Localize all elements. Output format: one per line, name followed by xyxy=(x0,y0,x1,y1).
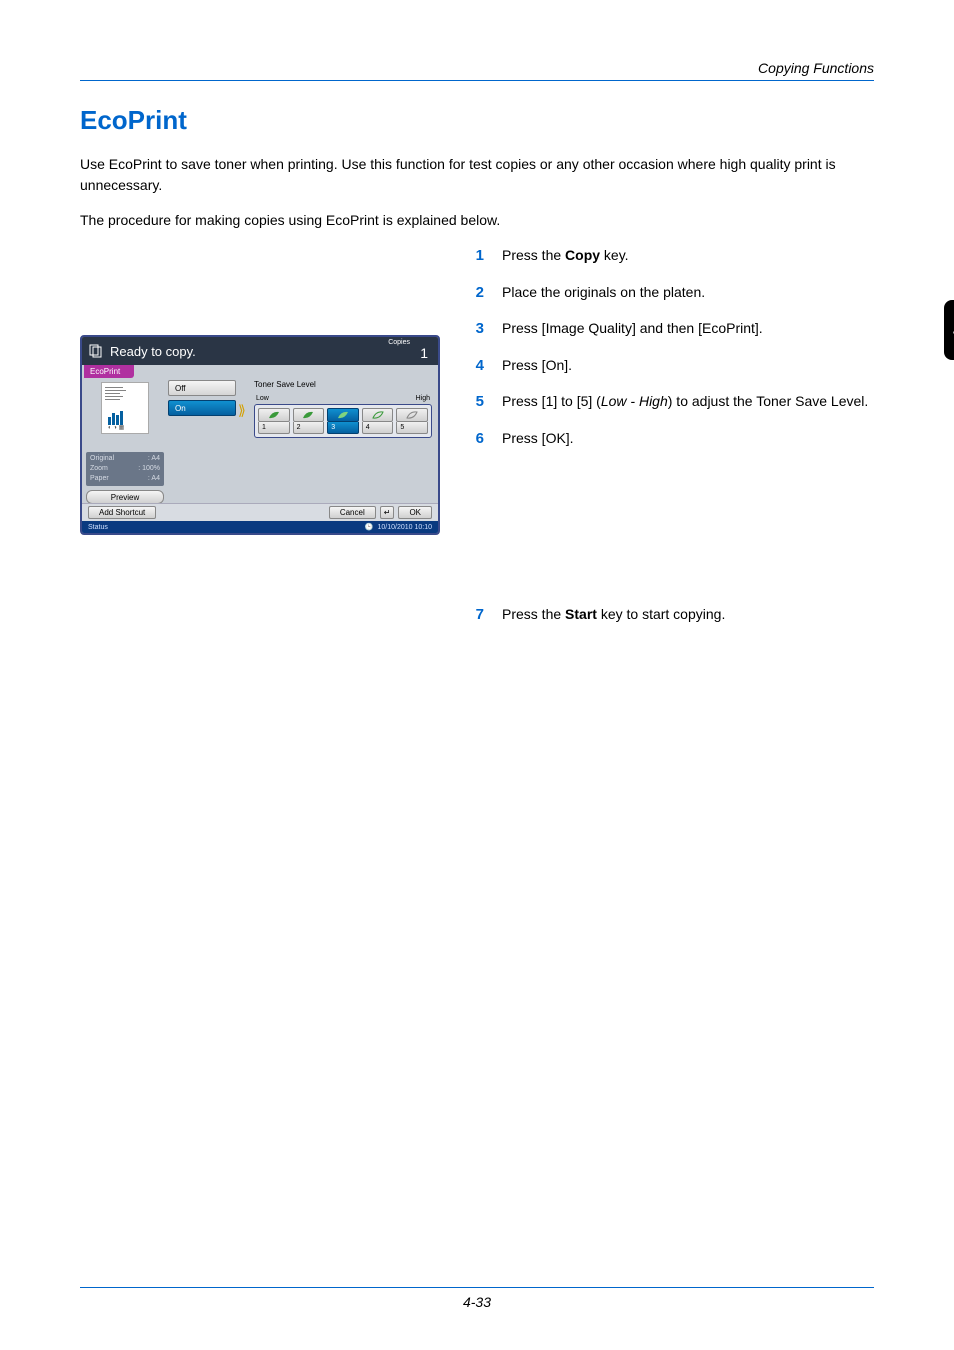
toner-high-label: High xyxy=(416,395,430,402)
toner-save-label: Toner Save Level xyxy=(254,380,432,389)
toner-level-3[interactable]: 3 xyxy=(327,408,359,434)
step-text: Press the Start key to start copying. xyxy=(502,604,725,627)
header-rule xyxy=(80,80,874,81)
page-header: Copying Functions xyxy=(80,60,874,81)
toner-level-row: 1 2 3 4 xyxy=(254,404,432,438)
content-row: Ready to copy. Copies 1 EcoPrint ▬▬▬▬▬▬▬… xyxy=(80,245,874,641)
enter-icon: ↵ xyxy=(380,506,395,519)
status-bar[interactable]: Status 🕒 10/10/2010 10:10 xyxy=(82,521,438,533)
ecoprint-tab[interactable]: EcoPrint xyxy=(84,365,134,378)
toner-level-1[interactable]: 1 xyxy=(258,408,290,434)
step-text: Press [1] to [5] (Low - High) to adjust … xyxy=(502,391,868,414)
page-number: 4-33 xyxy=(0,1294,954,1310)
off-button[interactable]: Off xyxy=(168,380,236,396)
step-text: Press the Copy key. xyxy=(502,245,629,268)
toner-icon: 🕒 xyxy=(365,524,374,531)
step-7: 7 Press the Start key to start copying. xyxy=(470,604,874,627)
copy-icon xyxy=(88,343,104,359)
preview-thumbnail: ▬▬▬▬▬▬▬▬▬▬▬▬▬▬▬▬▬▬▬▬▬▬▬▬▬▬▬▬▬ ◐ ◑ ▦ xyxy=(101,382,149,434)
panel-title-bar: Ready to copy. Copies 1 xyxy=(82,337,438,365)
step-number: 7 xyxy=(470,604,484,627)
panel-body: ▬▬▬▬▬▬▬▬▬▬▬▬▬▬▬▬▬▬▬▬▬▬▬▬▬▬▬▬▬ ◐ ◑ ▦ Off … xyxy=(82,378,438,506)
page-title: EcoPrint xyxy=(80,105,874,136)
copies-value: 1 xyxy=(420,345,428,361)
step-number: 4 xyxy=(470,355,484,378)
copier-panel: Ready to copy. Copies 1 EcoPrint ▬▬▬▬▬▬▬… xyxy=(80,335,440,535)
ready-label: Ready to copy. xyxy=(110,344,196,359)
step-3: 3 Press [Image Quality] and then [EcoPri… xyxy=(470,318,874,341)
original-info: Original: A4 Zoom: 100% Paper: A4 xyxy=(86,452,164,486)
on-button[interactable]: On xyxy=(168,400,236,416)
step-4: 4 Press [On]. xyxy=(470,355,874,378)
arrow-indicator-icon: ⟫ xyxy=(238,402,246,419)
chapter-tab: 4 xyxy=(944,300,954,360)
step-1: 1 Press the Copy key. xyxy=(470,245,874,268)
step-number: 3 xyxy=(470,318,484,341)
footer-rule xyxy=(80,1287,874,1288)
toner-save-area: Toner Save Level Low High 1 2 xyxy=(254,380,432,438)
step-5: 5 Press [1] to [5] (Low - High) to adjus… xyxy=(470,391,874,414)
toner-level-4[interactable]: 4 xyxy=(362,408,394,434)
toggle-column: Off On xyxy=(168,380,236,420)
step-number: 1 xyxy=(470,245,484,268)
step-6: 6 Press [OK]. xyxy=(470,428,874,451)
step-number: 5 xyxy=(470,391,484,414)
toner-low-label: Low xyxy=(256,395,269,402)
steps-column: 1 Press the Copy key. 2 Place the origin… xyxy=(470,245,874,641)
status-label: Status xyxy=(88,524,108,531)
panel-bottom-bar: Add Shortcut Cancel ↵ OK xyxy=(82,503,438,521)
step-number: 6 xyxy=(470,428,484,451)
step-number: 2 xyxy=(470,282,484,305)
step-text: Place the originals on the platen. xyxy=(502,282,705,305)
page-footer: 4-33 xyxy=(0,1287,954,1310)
intro-paragraph-1: Use EcoPrint to save toner when printing… xyxy=(80,154,874,196)
cancel-button[interactable]: Cancel xyxy=(329,506,376,519)
copies-label: Copies xyxy=(388,339,410,346)
step-text: Press [On]. xyxy=(502,355,572,378)
ok-button[interactable]: OK xyxy=(398,506,432,519)
toner-level-2[interactable]: 2 xyxy=(293,408,325,434)
step-text: Press [Image Quality] and then [EcoPrint… xyxy=(502,318,763,341)
preview-area: ▬▬▬▬▬▬▬▬▬▬▬▬▬▬▬▬▬▬▬▬▬▬▬▬▬▬▬▬▬ ◐ ◑ ▦ xyxy=(86,380,164,436)
screenshot-column: Ready to copy. Copies 1 EcoPrint ▬▬▬▬▬▬▬… xyxy=(80,245,440,641)
section-title: Copying Functions xyxy=(80,60,874,76)
add-shortcut-button[interactable]: Add Shortcut xyxy=(88,506,156,519)
status-timestamp: 10/10/2010 10:10 xyxy=(378,524,433,531)
preview-button[interactable]: Preview xyxy=(86,490,164,504)
step-text: Press [OK]. xyxy=(502,428,574,451)
step-2: 2 Place the originals on the platen. xyxy=(470,282,874,305)
intro-paragraph-2: The procedure for making copies using Ec… xyxy=(80,210,874,231)
toner-level-5[interactable]: 5 xyxy=(396,408,428,434)
